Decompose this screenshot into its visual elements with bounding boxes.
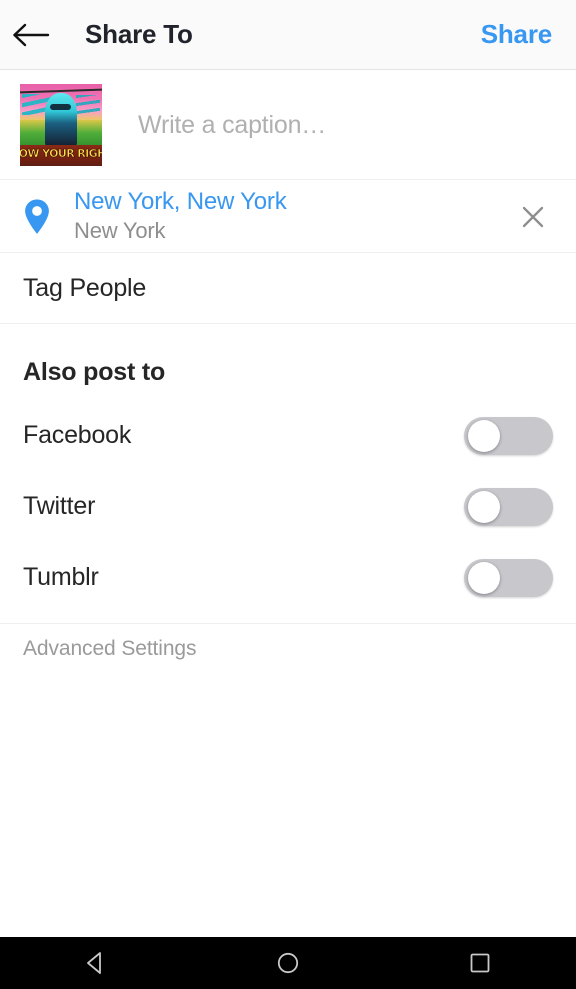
nav-home-circle-icon [277, 952, 299, 974]
nav-home-button[interactable] [238, 937, 338, 989]
thumbnail-banner-text: KNOW YOUR RIGHTS [20, 147, 102, 161]
thumbnail-figure [44, 93, 78, 148]
caption-row: KNOW YOUR RIGHTS Write a caption… [0, 71, 576, 180]
also-post-to-title: Also post to [23, 358, 166, 386]
social-row-facebook[interactable]: Facebook [0, 400, 576, 471]
page-title: Share To [85, 19, 193, 49]
advanced-divider [0, 623, 576, 624]
nav-recents-button[interactable] [430, 937, 530, 989]
toggle-knob [468, 561, 500, 594]
toggle-tumblr[interactable] [464, 558, 553, 597]
android-navbar [0, 937, 576, 989]
toggle-knob [468, 419, 500, 452]
location-clear-button[interactable] [512, 196, 554, 238]
app-header: Share To Share [0, 0, 576, 70]
toggle-twitter[interactable] [464, 487, 553, 526]
tag-people-label: Tag People [23, 274, 147, 302]
share-button[interactable]: Share [481, 19, 552, 50]
advanced-settings-link[interactable]: Advanced Settings [23, 637, 197, 661]
nav-back-triangle-icon [87, 952, 101, 974]
back-button[interactable] [0, 0, 62, 70]
nav-back-button[interactable] [46, 937, 146, 989]
social-row-tumblr[interactable]: Tumblr [0, 542, 576, 613]
share-to-screen: Share To Share KNOW YOUR RIGHTS Write a … [0, 0, 576, 989]
toggle-facebook[interactable] [464, 416, 553, 455]
social-label-tumblr: Tumblr [23, 563, 99, 591]
tag-people-row[interactable]: Tag People [0, 254, 576, 324]
toggle-knob [468, 490, 500, 523]
location-primary: New York, New York [74, 188, 287, 216]
caption-input[interactable]: Write a caption… [138, 111, 326, 140]
location-secondary: New York [74, 218, 166, 244]
post-thumbnail[interactable]: KNOW YOUR RIGHTS [20, 84, 102, 166]
location-pin-icon [25, 199, 49, 234]
nav-recents-square-icon [470, 953, 490, 973]
social-list: Facebook Twitter Tumblr [0, 400, 576, 613]
location-row[interactable]: New York, New York New York [0, 181, 576, 253]
location-text: New York, New York New York [74, 187, 287, 246]
back-arrow-icon [13, 23, 50, 46]
social-label-facebook: Facebook [23, 421, 132, 449]
close-icon [522, 206, 544, 227]
social-row-twitter[interactable]: Twitter [0, 471, 576, 542]
thumbnail-graffiti-right [75, 95, 101, 114]
location-pin-wrap [0, 198, 74, 236]
social-label-twitter: Twitter [23, 492, 96, 520]
